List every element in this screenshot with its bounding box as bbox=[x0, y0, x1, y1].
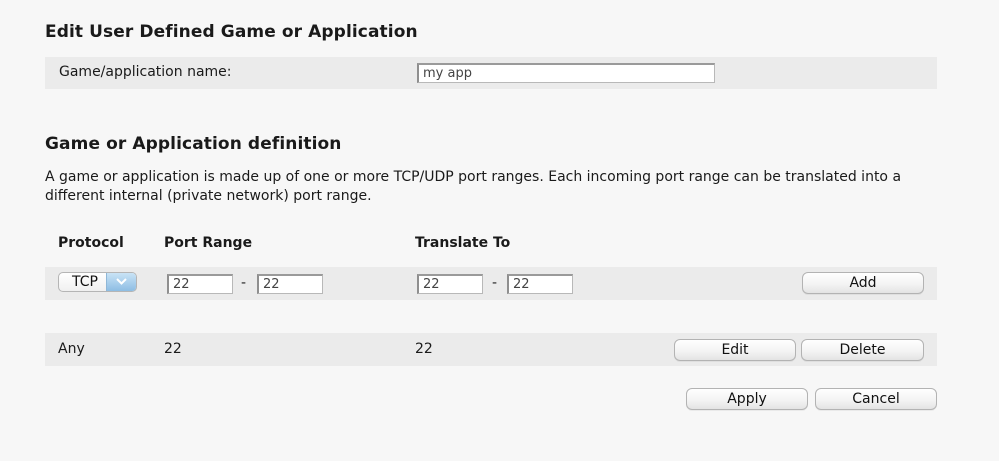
delete-rule-button[interactable]: Delete bbox=[801, 339, 924, 361]
translate-start-input[interactable] bbox=[417, 274, 483, 294]
app-name-input[interactable] bbox=[417, 63, 715, 83]
app-name-row: Game/application name: bbox=[45, 57, 937, 89]
table-row: Any 22 22 Edit Delete bbox=[45, 333, 937, 366]
port-range-end-input[interactable] bbox=[257, 274, 323, 294]
column-header-protocol: Protocol bbox=[58, 235, 124, 251]
apply-button[interactable]: Apply bbox=[686, 388, 808, 410]
column-header-translate-to: Translate To bbox=[415, 235, 511, 251]
translate-separator: - bbox=[492, 275, 498, 291]
translate-end-input[interactable] bbox=[507, 274, 573, 294]
edit-section-title: Edit User Defined Game or Application bbox=[45, 22, 418, 42]
definition-description: A game or application is made up of one … bbox=[45, 169, 902, 204]
add-button[interactable]: Add bbox=[802, 272, 924, 294]
definition-section-title: Game or Application definition bbox=[45, 134, 342, 154]
rule-port-range: 22 bbox=[164, 341, 182, 357]
app-name-label: Game/application name: bbox=[59, 64, 232, 80]
rule-translate-to: 22 bbox=[415, 341, 433, 357]
cancel-button[interactable]: Cancel bbox=[815, 388, 937, 410]
port-range-separator: - bbox=[241, 275, 247, 291]
protocol-select-value: TCP bbox=[72, 274, 98, 290]
new-rule-row: TCP - - Add bbox=[45, 267, 937, 300]
rule-protocol: Any bbox=[58, 341, 85, 357]
edit-rule-button[interactable]: Edit bbox=[674, 339, 796, 361]
protocol-select[interactable]: TCP bbox=[58, 272, 137, 292]
port-range-start-input[interactable] bbox=[167, 274, 233, 294]
chevron-down-icon[interactable] bbox=[106, 273, 136, 291]
column-header-port-range: Port Range bbox=[164, 235, 253, 251]
